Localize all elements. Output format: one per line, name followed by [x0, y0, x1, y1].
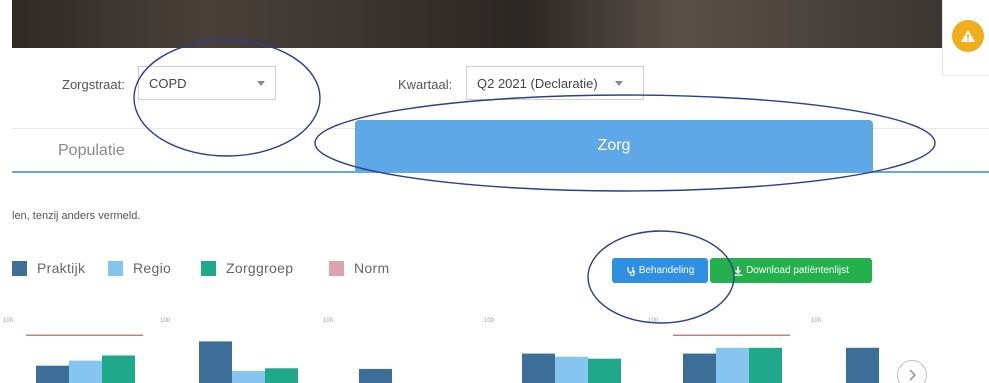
- stethoscope-icon: [627, 266, 635, 276]
- bar-regio: [716, 347, 749, 383]
- bar-zorggroep: [749, 347, 782, 383]
- bar-praktijk: [36, 365, 69, 383]
- legend-label: Zorggroep: [226, 260, 294, 276]
- legend-label: Praktijk: [37, 260, 86, 276]
- legend-label: Norm: [354, 260, 390, 276]
- bar-praktijk: [683, 353, 716, 383]
- y-axis-tick-label: 100: [484, 318, 495, 324]
- chevron-down-icon: [615, 81, 623, 86]
- kwartaal-label: Kwartaal:: [398, 77, 453, 92]
- zorgstraat-value: COPD: [149, 76, 187, 91]
- warning-icon[interactable]: [952, 20, 984, 52]
- y-axis-tick-label: 100: [3, 318, 14, 324]
- next-chart-button[interactable]: [897, 360, 927, 383]
- legend-item-norm: Norm: [329, 259, 389, 277]
- tab-zorg-label: Zorg: [597, 136, 631, 154]
- legend-swatch: [201, 260, 216, 276]
- bar-praktijk: [199, 341, 232, 383]
- download-icon: [733, 266, 743, 276]
- tab-underline: [12, 171, 989, 173]
- bar-praktijk: [359, 368, 392, 383]
- legend-item-zorggroep: Zorggroep: [201, 259, 293, 277]
- chevron-right-icon: [909, 369, 917, 381]
- bar-zorggroep: [265, 368, 298, 383]
- legend-swatch: [12, 260, 27, 276]
- bar-regio: [232, 370, 265, 383]
- y-axis-tick-label: 100: [811, 318, 822, 324]
- behandeling-button[interactable]: Behandeling: [612, 258, 708, 283]
- annotation-layer: [133, 39, 936, 324]
- chevron-down-icon: [257, 81, 265, 86]
- y-axis-tick-label: 100: [648, 318, 659, 324]
- legend-swatch: [329, 260, 344, 276]
- kwartaal-value: Q2 2021 (Declaratie): [477, 76, 598, 91]
- warning-triangle-icon: [961, 30, 975, 42]
- tab-populatie[interactable]: Populatie: [58, 142, 125, 160]
- legend-swatch: [108, 260, 123, 276]
- behandeling-label: Behandeling: [638, 265, 695, 276]
- zorgstraat-select[interactable]: COPD: [138, 66, 276, 100]
- zorgstraat-label: Zorgstraat:: [62, 77, 125, 92]
- kwartaal-select[interactable]: Q2 2021 (Declaratie): [466, 66, 644, 100]
- bar-zorggroep: [588, 358, 621, 383]
- footnote-text: len, tenzij anders vermeld.: [12, 210, 141, 222]
- bar-praktijk: [846, 347, 879, 383]
- header-banner-image: [0, 0, 942, 48]
- download-patientenlijst-button[interactable]: Download patiëntenlijst: [710, 258, 872, 283]
- legend-label: Regio: [133, 260, 172, 276]
- y-axis-tick-label: 100: [323, 318, 334, 324]
- tab-zorg[interactable]: Zorg: [355, 120, 873, 171]
- download-label: Download patiëntenlijst: [746, 265, 849, 276]
- bar-regio: [555, 356, 588, 383]
- bar-zorggroep: [102, 355, 135, 383]
- bar-charts: 100 100 100 100 100 100: [3, 318, 879, 383]
- bar-regio: [69, 360, 102, 383]
- page-edge: [0, 0, 12, 48]
- legend-item-praktijk: Praktijk: [12, 259, 85, 277]
- legend-item-regio: Regio: [108, 259, 171, 277]
- bar-praktijk: [522, 353, 555, 383]
- y-axis-tick-label: 100: [160, 318, 171, 324]
